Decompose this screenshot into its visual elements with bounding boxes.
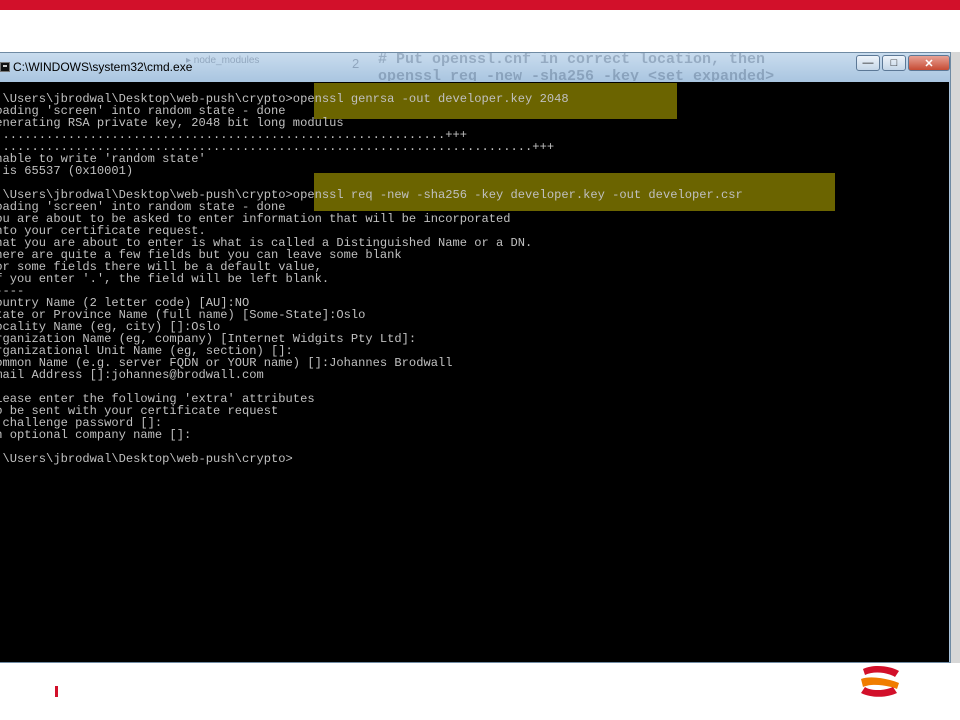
maximize-button[interactable]: □ <box>882 55 906 71</box>
footer-accent-mark <box>55 686 58 697</box>
minimize-button[interactable]: — <box>856 55 880 71</box>
window-title: C:\WINDOWS\system32\cmd.exe <box>13 60 193 74</box>
console-lines: C:\Users\jbrodwal\Desktop\web-push\crypt… <box>0 93 743 465</box>
window-right-edge <box>951 52 960 663</box>
background-editor-line: # Put openssl.cnf in correct location, t… <box>378 52 766 68</box>
console-line: An optional company name []: <box>0 428 192 442</box>
cmd-app-icon[interactable] <box>0 62 10 72</box>
close-button[interactable]: ✕ <box>908 55 950 71</box>
cmd-window[interactable]: C:\WINDOWS\system32\cmd.exe ▸ node_modul… <box>0 52 951 663</box>
window-titlebar[interactable]: C:\WINDOWS\system32\cmd.exe ▸ node_modul… <box>0 53 950 82</box>
background-editor-line: openssl req -new -sha256 -key <set expan… <box>378 68 775 81</box>
console-line: C:\Users\jbrodwal\Desktop\web-push\crypt… <box>0 452 293 466</box>
background-line-number: 2 <box>352 56 360 71</box>
console-line: Email Address []:johannes@brodwall.com <box>0 368 264 382</box>
console-line: If you enter '.', the field will be left… <box>0 272 330 286</box>
console-output[interactable]: C:\Users\jbrodwal\Desktop\web-push\crypt… <box>0 82 949 662</box>
background-editor-text: # Put openssl.cnf in correct location, t… <box>378 52 938 81</box>
console-line: e is 65537 (0x10001) <box>0 164 134 178</box>
slide-top-bar <box>0 0 960 10</box>
brand-logo-icon <box>861 665 899 697</box>
background-tree-item: ▸ node_modules <box>186 55 260 66</box>
window-controls: — □ ✕ <box>856 55 950 73</box>
